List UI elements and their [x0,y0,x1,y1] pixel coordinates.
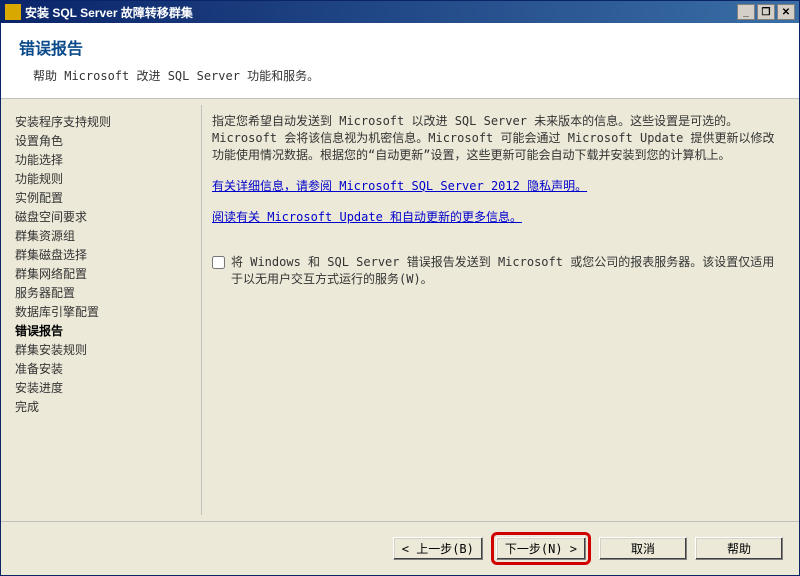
next-button-highlight: 下一步(N) > [491,532,591,565]
description-text: 指定您希望自动发送到 Microsoft 以改进 SQL Server 未来版本… [212,113,781,164]
sidebar-item-active[interactable]: 错误报告 [15,322,201,341]
cancel-button[interactable]: 取消 [599,537,687,560]
sidebar-item[interactable]: 群集网络配置 [15,265,201,284]
sidebar-item[interactable]: 功能选择 [15,151,201,170]
maximize-button[interactable]: ❐ [757,4,775,20]
back-button[interactable]: < 上一步(B) [393,537,483,560]
sidebar-item[interactable]: 安装进度 [15,379,201,398]
sidebar-item[interactable]: 安装程序支持规则 [15,113,201,132]
main-body: 安装程序支持规则 设置角色 功能选择 功能规则 实例配置 磁盘空间要求 群集资源… [1,99,799,521]
sidebar-item[interactable]: 完成 [15,398,201,417]
sidebar-item[interactable]: 功能规则 [15,170,201,189]
checkbox-label: 将 Windows 和 SQL Server 错误报告发送到 Microsoft… [231,254,781,288]
next-button[interactable]: 下一步(N) > [496,537,586,560]
sidebar-item[interactable]: 设置角色 [15,132,201,151]
error-report-checkbox[interactable] [212,256,225,269]
content-pane: 指定您希望自动发送到 Microsoft 以改进 SQL Server 未来版本… [202,99,799,521]
sidebar: 安装程序支持规则 设置角色 功能选择 功能规则 实例配置 磁盘空间要求 群集资源… [1,99,201,521]
footer-buttons: < 上一步(B) 下一步(N) > 取消 帮助 [1,521,799,575]
privacy-link[interactable]: 有关详细信息，请参阅 Microsoft SQL Server 2012 隐私声… [212,179,587,193]
sidebar-item[interactable]: 群集安装规则 [15,341,201,360]
sidebar-item[interactable]: 准备安装 [15,360,201,379]
update-info-link[interactable]: 阅读有关 Microsoft Update 和自动更新的更多信息。 [212,210,522,224]
minimize-button[interactable]: _ [737,4,755,20]
sidebar-item[interactable]: 服务器配置 [15,284,201,303]
installer-window: 安装 SQL Server 故障转移群集 _ ❐ ✕ 错误报告 帮助 Micro… [0,0,800,576]
sidebar-item[interactable]: 群集资源组 [15,227,201,246]
sidebar-item[interactable]: 数据库引擎配置 [15,303,201,322]
help-button[interactable]: 帮助 [695,537,783,560]
page-title: 错误报告 [19,35,781,59]
page-subtitle: 帮助 Microsoft 改进 SQL Server 功能和服务。 [19,67,781,84]
app-icon [5,4,21,20]
sidebar-item[interactable]: 磁盘空间要求 [15,208,201,227]
page-header: 错误报告 帮助 Microsoft 改进 SQL Server 功能和服务。 [1,23,799,99]
close-button[interactable]: ✕ [777,4,795,20]
titlebar: 安装 SQL Server 故障转移群集 _ ❐ ✕ [1,1,799,23]
error-report-option: 将 Windows 和 SQL Server 错误报告发送到 Microsoft… [212,254,781,288]
sidebar-item[interactable]: 实例配置 [15,189,201,208]
window-title: 安装 SQL Server 故障转移群集 [25,4,193,21]
sidebar-item[interactable]: 群集磁盘选择 [15,246,201,265]
